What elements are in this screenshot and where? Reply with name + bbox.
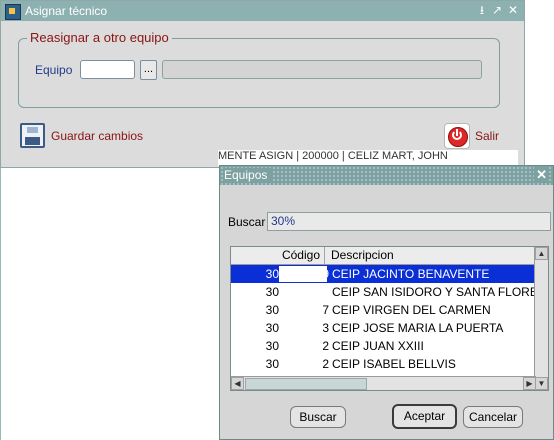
- code-redaction: [279, 284, 327, 300]
- window-title: Asignar técnico: [25, 4, 108, 18]
- search-input[interactable]: 30%: [267, 212, 551, 231]
- aceptar-button[interactable]: Aceptar: [392, 404, 457, 429]
- save-icon[interactable]: [20, 123, 45, 148]
- asignar-tecnico-window: Asignar técnico ⭳ ↗ ✕ Reasignar a otro e…: [0, 0, 525, 168]
- dialog-titlebar[interactable]: Equipos ✕: [220, 166, 553, 185]
- scroll-right-icon[interactable]: ▶: [523, 377, 536, 390]
- group-title: Reasignar a otro equipo: [27, 30, 172, 45]
- horizontal-scrollbar[interactable]: ◀ ▶: [231, 376, 536, 390]
- equipo-input[interactable]: [80, 60, 135, 79]
- save-button-label[interactable]: Guardar cambios: [51, 129, 143, 143]
- row-description: CEIP VIRGEN DEL CARMEN: [332, 303, 491, 317]
- scroll-down-icon[interactable]: ▼: [535, 377, 548, 390]
- row-code: 30: [265, 285, 279, 299]
- app-icon: [5, 4, 21, 20]
- scroll-left-icon[interactable]: ◀: [231, 377, 244, 390]
- scroll-thumb[interactable]: [245, 378, 367, 390]
- cancelar-button[interactable]: Cancelar: [463, 406, 523, 428]
- table-body: 30 9 CEIP JACINTO BENAVENTE 30 CEIP SAN ISID…: [231, 265, 536, 375]
- background-edge: [0, 168, 2, 440]
- vertical-scrollbar[interactable]: ▲ ▼: [534, 247, 548, 390]
- table-row[interactable]: 30 2 CEIP JUAN XXIII: [231, 337, 536, 355]
- table-row[interactable]: 30 3 CEIP JOSE MARIA LA PUERTA: [231, 319, 536, 337]
- row-code-suffix: 2: [322, 357, 329, 371]
- row-description: CEIP JACINTO BENAVENTE: [332, 267, 490, 281]
- table-row[interactable]: 30 7 CEIP VIRGEN DEL CARMEN: [231, 301, 536, 319]
- background-row-fragment: MENTE ASIGN | 200000 | CELIZ MART, JOHN: [218, 150, 518, 166]
- column-header-codigo[interactable]: Código: [231, 247, 325, 264]
- close-icon[interactable]: ✕: [534, 167, 549, 183]
- row-code: 30: [265, 267, 279, 281]
- row-code: 30: [265, 357, 279, 371]
- search-label: Buscar: [228, 215, 266, 229]
- table-row[interactable]: 30 CEIP SAN ISIDORO Y SANTA FLORE: [231, 283, 536, 301]
- minimize-icon[interactable]: ⭳: [475, 3, 489, 18]
- equipos-table: Código Descripcion 30 9 CEIP JACINTO BENAV…: [230, 246, 549, 391]
- scroll-up-icon[interactable]: ▲: [535, 247, 548, 260]
- equipo-description-field: [162, 60, 482, 79]
- row-code: 30: [265, 321, 279, 335]
- column-header-descripcion[interactable]: Descripcion: [327, 247, 394, 263]
- row-code-suffix: 2: [322, 339, 329, 353]
- row-code: 30: [265, 339, 279, 353]
- maximize-icon[interactable]: ↗: [490, 3, 504, 18]
- row-code-suffix: 9: [322, 267, 329, 281]
- dialog-title: Equipos: [224, 168, 272, 182]
- equipo-label: Equipo: [35, 63, 73, 77]
- table-row[interactable]: 30 2 CEIP ISABEL BELLVIS: [231, 355, 536, 373]
- row-code: 30: [265, 303, 279, 317]
- buscar-button[interactable]: Buscar: [290, 406, 346, 428]
- exit-button-label[interactable]: Salir: [475, 129, 499, 143]
- exit-icon[interactable]: [444, 123, 470, 149]
- equipos-lov-dialog: Equipos ✕ Buscar 30% Código Descripcion …: [219, 165, 554, 440]
- row-description: CEIP JUAN XXIII: [332, 339, 424, 353]
- window-titlebar[interactable]: Asignar técnico ⭳ ↗ ✕: [1, 1, 524, 21]
- row-description: CEIP ISABEL BELLVIS: [332, 357, 456, 371]
- row-description: CEIP SAN ISIDORO Y SANTA FLORE: [332, 285, 536, 299]
- close-icon[interactable]: ✕: [506, 3, 520, 18]
- row-code-suffix: 7: [322, 303, 329, 317]
- row-description: CEIP JOSE MARIA LA PUERTA: [332, 321, 504, 335]
- table-header: Código Descripcion: [231, 247, 536, 265]
- row-code-suffix: 3: [322, 321, 329, 335]
- equipo-lov-button[interactable]: ...: [140, 60, 157, 80]
- table-row[interactable]: 30 9 CEIP JACINTO BENAVENTE: [231, 265, 536, 283]
